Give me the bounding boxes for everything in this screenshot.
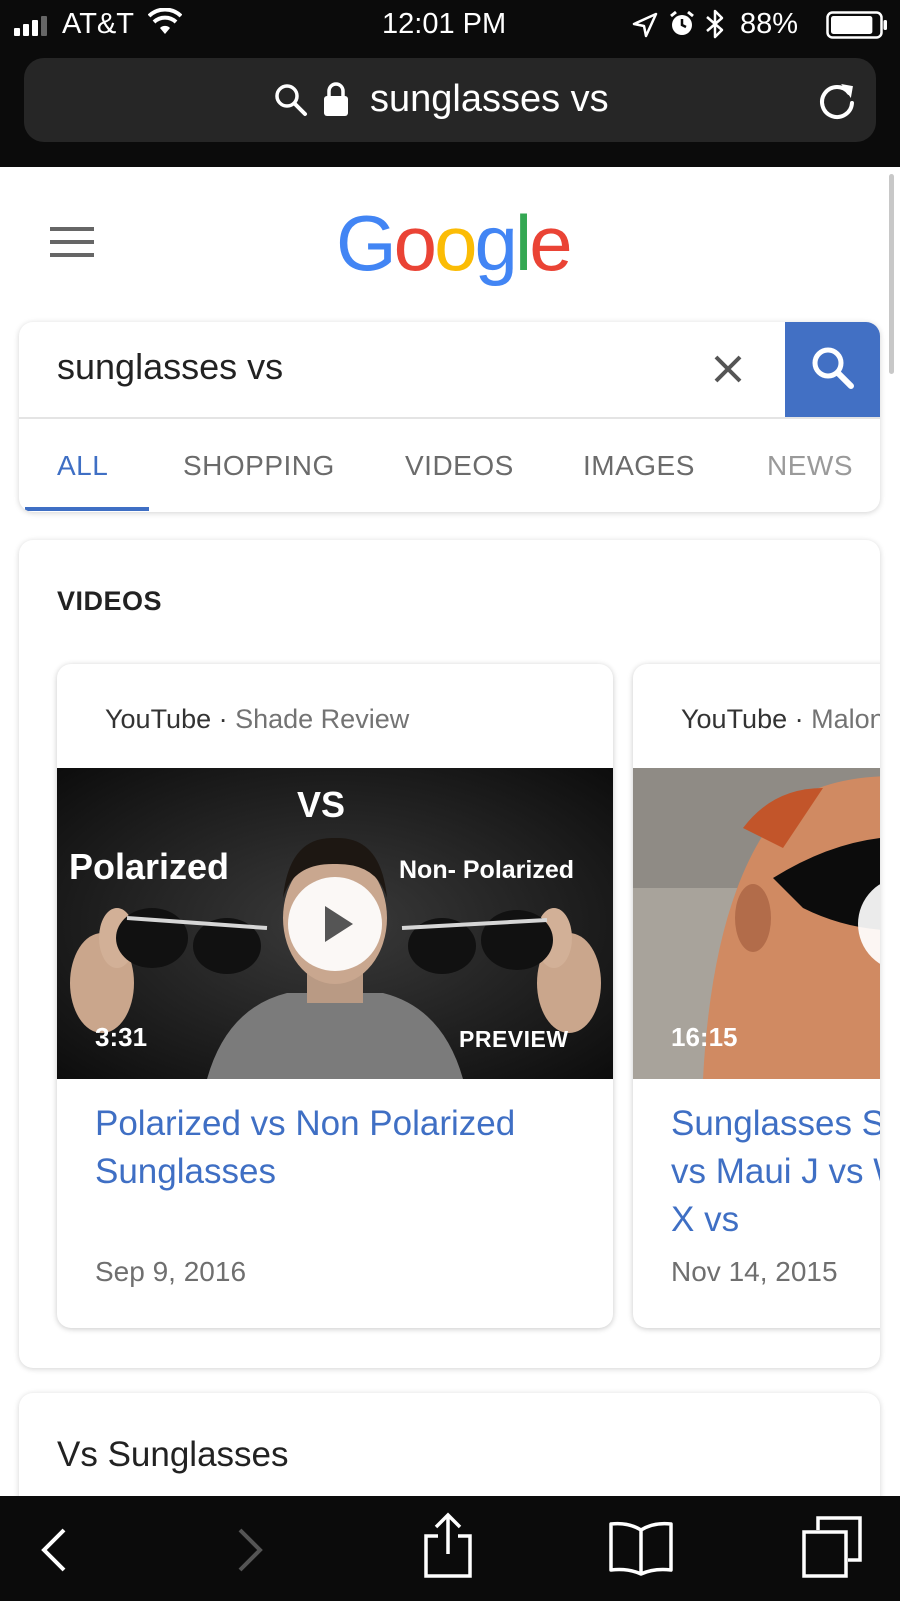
tab-images[interactable]: IMAGES	[583, 450, 695, 482]
signal-icon	[14, 16, 47, 36]
separator: ·	[787, 704, 812, 734]
videos-section: VIDEOS YouTube · Shade Review VS Polariz…	[19, 540, 880, 1368]
video-source: YouTube · Malone	[681, 704, 880, 735]
video-card[interactable]: YouTube · Shade Review VS Polarized Non-…	[57, 664, 613, 1328]
channel-name: Shade Review	[235, 704, 410, 734]
reload-icon[interactable]	[816, 80, 858, 122]
channel-name: Malone	[811, 704, 880, 734]
bluetooth-icon	[706, 9, 724, 39]
search-button[interactable]	[785, 322, 880, 417]
logo-letter: G	[336, 199, 397, 287]
video-duration: 16:15	[671, 1022, 738, 1052]
page-scrollbar[interactable]	[889, 174, 894, 374]
google-logo[interactable]: Google	[336, 198, 573, 289]
address-bar-text: sunglasses vs	[370, 78, 609, 120]
logo-letter: l	[514, 199, 532, 287]
play-icon[interactable]	[857, 876, 880, 972]
video-thumbnail[interactable]: VS Polarized Non- Polarized 3:31 PREVIEW	[57, 768, 613, 1079]
video-thumbnail[interactable]: 16:15	[633, 768, 880, 1079]
thumbnail-text-polarized: Polarized	[69, 846, 230, 887]
tab-videos[interactable]: VIDEOS	[405, 450, 514, 482]
tab-shopping[interactable]: SHOPPING	[183, 450, 335, 482]
tab-news[interactable]: NEWS	[767, 450, 853, 482]
separator: ·	[211, 704, 236, 734]
tabs-icon[interactable]	[802, 1516, 862, 1578]
wifi-icon	[148, 8, 182, 34]
video-title-link[interactable]: Sunglasses S Ban vs Maui J vs Wiley-X vs	[671, 1100, 880, 1244]
video-duration: 3:31	[95, 1022, 148, 1052]
thumbnail-text-non-polarized: Non- Polarized	[399, 856, 575, 884]
video-date: Nov 14, 2015	[671, 1256, 838, 1287]
video-card[interactable]: YouTube · Malone 16:15 Sunglasses S Ban …	[633, 664, 880, 1328]
alarm-icon	[670, 10, 694, 35]
video-source: YouTube · Shade Review	[105, 704, 409, 735]
back-icon[interactable]	[38, 1526, 68, 1574]
section-heading: VIDEOS	[57, 586, 163, 616]
video-date: Sep 9, 2016	[95, 1256, 247, 1287]
video-title-link[interactable]: Polarized vs Non Polarized Sunglasses	[95, 1100, 575, 1196]
battery-icon	[826, 11, 887, 39]
logo-letter: g	[474, 199, 517, 287]
tab-all[interactable]: ALL	[57, 450, 108, 482]
result-card: Vs Sunglasses	[19, 1393, 880, 1513]
clear-icon[interactable]	[713, 354, 743, 384]
logo-letter: o	[393, 199, 437, 287]
logo-letter: o	[434, 199, 477, 287]
preview-label[interactable]: PREVIEW	[459, 1026, 569, 1053]
source-name: YouTube	[681, 704, 788, 734]
source-name: YouTube	[105, 704, 212, 734]
search-icon	[812, 347, 854, 389]
carrier-label: AT&T	[62, 8, 134, 40]
browser-toolbar	[0, 1496, 900, 1601]
lock-icon	[324, 82, 348, 116]
forward-icon[interactable]	[236, 1526, 266, 1574]
search-box-card: sunglasses vs ALL SHOPPING VIDEOS IMAGES…	[19, 322, 880, 512]
search-icon	[275, 84, 307, 116]
logo-letter: e	[529, 199, 572, 287]
clock: 12:01 PM	[382, 8, 507, 40]
menu-icon[interactable]	[50, 225, 94, 259]
battery-percent: 88%	[740, 8, 799, 40]
location-icon	[632, 12, 658, 38]
result-heading[interactable]: Vs Sunglasses	[57, 1435, 289, 1475]
divider	[19, 417, 880, 419]
browser-top-bar: AT&T 12:01 PM 88% sunglasses vs	[0, 0, 900, 167]
play-icon[interactable]	[287, 876, 383, 972]
search-input[interactable]: sunglasses vs	[57, 346, 283, 388]
active-tab-indicator	[25, 507, 149, 511]
bookmarks-icon[interactable]	[608, 1520, 674, 1576]
thumbnail-text-vs: VS	[297, 784, 346, 825]
share-icon[interactable]	[422, 1512, 474, 1578]
